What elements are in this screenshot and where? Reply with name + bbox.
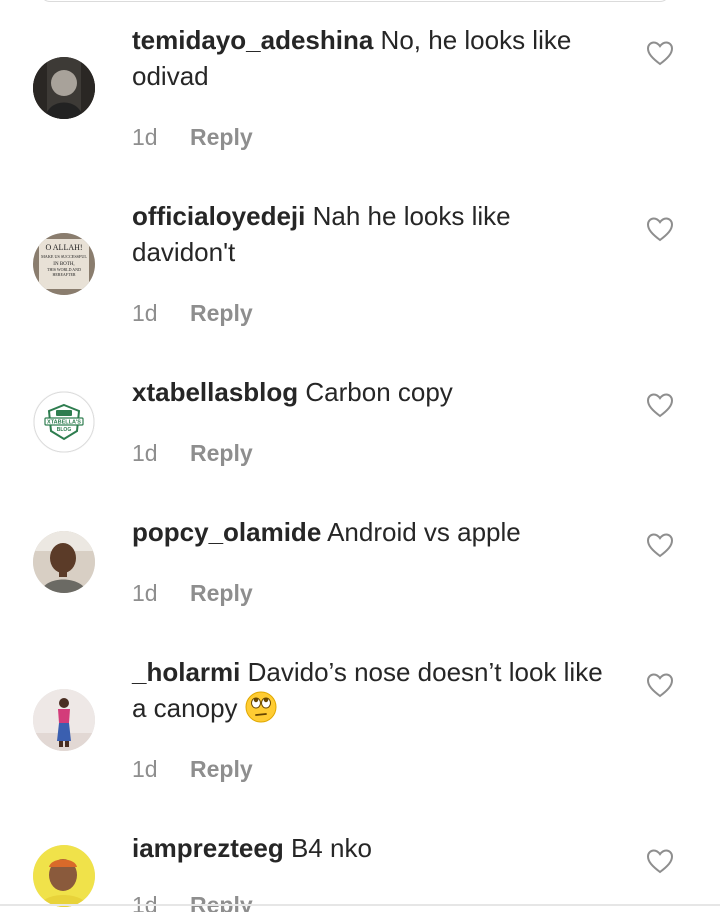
user-avatar[interactable] (33, 531, 95, 593)
heart-icon (646, 393, 674, 418)
heart-icon (646, 41, 674, 66)
comment-username[interactable]: popcy_olamide (132, 517, 321, 547)
svg-text:O ALLAH!: O ALLAH! (45, 243, 82, 252)
like-button[interactable] (646, 40, 674, 66)
comment-body: Android vs apple (327, 517, 521, 547)
reply-button[interactable]: Reply (190, 756, 253, 782)
comment-time: 1d (132, 892, 158, 912)
comment-time: 1d (132, 300, 158, 326)
reply-button[interactable]: Reply (190, 440, 253, 466)
like-button[interactable] (646, 392, 674, 418)
user-avatar[interactable] (33, 689, 95, 751)
svg-text:XTABELLA'S: XTABELLA'S (47, 420, 81, 426)
comment-body: B4 nko (290, 833, 372, 863)
bottom-divider (0, 904, 720, 906)
comment-text: officialoyedeji Nah he looks like davido… (132, 198, 612, 270)
like-button[interactable] (646, 848, 674, 874)
comment-body: Carbon copy (305, 377, 453, 407)
comment-username[interactable]: xtabellasblog (132, 377, 298, 407)
avatar-blog-logo-icon: XTABELLA'S BLOG (33, 391, 95, 453)
reply-button[interactable]: Reply (190, 892, 253, 912)
heart-icon (646, 673, 674, 698)
comment-text: temidayo_adeshina No, he looks like odiv… (132, 22, 612, 94)
comment-text: xtabellasblog Carbon copy (132, 374, 612, 410)
avatar-dark-photo-icon (33, 57, 95, 119)
reply-button[interactable]: Reply (190, 124, 253, 150)
comment-time: 1d (132, 124, 158, 150)
user-avatar[interactable]: O ALLAH! MAKE US SUCCESSFUL IN BOTH, THI… (33, 233, 95, 295)
avatar-person-photo-icon (33, 531, 95, 593)
reply-button[interactable]: Reply (190, 580, 253, 606)
comment-text: iamprezteeg B4 nko (132, 830, 612, 866)
user-avatar[interactable] (33, 57, 95, 119)
avatar-person-full-icon (33, 689, 95, 751)
svg-text:MAKE US SUCCESSFUL: MAKE US SUCCESSFUL (41, 254, 87, 259)
avatar-yellow-photo-icon (33, 845, 95, 907)
user-avatar[interactable] (33, 845, 95, 907)
comment-time: 1d (132, 580, 158, 606)
svg-text:HEREAFTER: HEREAFTER (52, 272, 75, 277)
comment-text: _holarmi Davido’s nose doesn’t look like… (132, 654, 612, 726)
like-button[interactable] (646, 672, 674, 698)
svg-text:BLOG: BLOG (57, 427, 72, 433)
heart-icon (646, 533, 674, 558)
user-avatar[interactable]: XTABELLA'S BLOG (33, 391, 95, 453)
avatar-text-plaque-icon: O ALLAH! MAKE US SUCCESSFUL IN BOTH, THI… (33, 233, 95, 295)
comment-text: popcy_olamide Android vs apple (132, 514, 612, 550)
comment-time: 1d (132, 440, 158, 466)
comment-username[interactable]: temidayo_adeshina (132, 25, 373, 55)
like-button[interactable] (646, 216, 674, 242)
comment-username[interactable]: iamprezteeg (132, 833, 284, 863)
comment-time: 1d (132, 756, 158, 782)
comment-username[interactable]: officialoyedeji (132, 201, 305, 231)
comment-username[interactable]: _holarmi (132, 657, 240, 687)
like-button[interactable] (646, 532, 674, 558)
eye-roll-emoji-icon (245, 691, 277, 723)
heart-icon (646, 849, 674, 874)
heart-icon (646, 217, 674, 242)
top-card-edge (40, 0, 670, 2)
reply-button[interactable]: Reply (190, 300, 253, 326)
